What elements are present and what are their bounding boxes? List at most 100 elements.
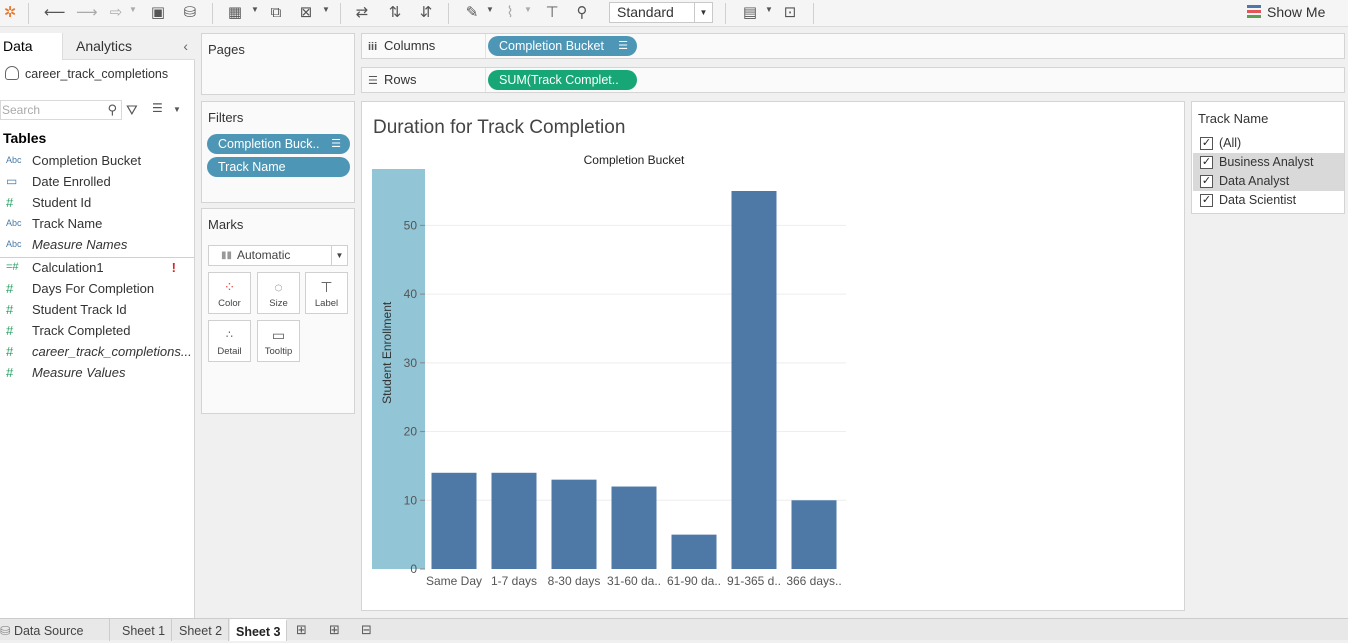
filter-item-label: Data Scientist <box>1219 193 1297 207</box>
highlight-caret-icon[interactable]: ▼ <box>486 5 494 14</box>
checkbox-checked-icon[interactable]: ✓ <box>1200 175 1213 188</box>
datasource-name: career_track_completions <box>25 67 169 81</box>
tooltip-button[interactable]: ▭ Tooltip <box>257 320 300 362</box>
filter-item-data-analyst[interactable]: ✓ Data Analyst <box>1193 172 1344 191</box>
field-item[interactable]: ▭ Date Enrolled <box>0 171 194 192</box>
field-item[interactable]: Abc Track Name <box>0 213 194 234</box>
show-labels-icon[interactable]: ⊤ <box>542 4 562 22</box>
tab-sheet-3[interactable]: Sheet 3 <box>230 619 288 641</box>
field-search-input[interactable]: Search ⚲ <box>0 100 122 120</box>
string-type-icon: Abc <box>6 218 22 228</box>
presentation-mode-icon[interactable]: ⊡ <box>780 4 800 22</box>
checkbox-checked-icon[interactable]: ✓ <box>1200 156 1213 169</box>
sort-icon: ☰ <box>331 138 341 150</box>
filter-pill-track-name[interactable]: Track Name <box>207 157 350 177</box>
y-tick-label: 0 <box>410 562 417 576</box>
pin-icon[interactable]: ⚲ <box>572 4 592 22</box>
field-item[interactable]: # Days For Completion <box>0 278 194 299</box>
new-dashboard-icon[interactable]: ⊞ <box>329 622 340 638</box>
chevron-down-icon[interactable]: ▼ <box>173 105 181 114</box>
show-me-icon <box>1247 5 1261 18</box>
filters-card[interactable]: Filters Completion Buck.. ☰ Track Name <box>201 101 355 203</box>
datasource-item[interactable]: career_track_completions <box>5 66 168 81</box>
field-item[interactable]: Abc Completion Bucket <box>0 150 194 171</box>
new-worksheet-icon[interactable]: ⊞ <box>296 622 307 638</box>
pages-card[interactable]: Pages <box>201 33 355 95</box>
show-cards-caret-icon[interactable]: ▼ <box>765 5 773 14</box>
sort-icon: ☰ <box>618 40 628 52</box>
replay-icon[interactable]: ⇨ <box>106 4 126 22</box>
filters-title: Filters <box>208 110 244 125</box>
filter-item-business-analyst[interactable]: ✓ Business Analyst <box>1193 153 1344 172</box>
show-cards-icon[interactable]: ▤ <box>740 4 760 22</box>
filter-item-all[interactable]: ✓ (All) <box>1193 134 1344 153</box>
clear-sheet-icon[interactable]: ⊠ <box>296 4 316 22</box>
save-icon[interactable]: ▣ <box>148 4 168 22</box>
swap-rows-columns-icon[interactable]: ⇄ <box>352 4 372 22</box>
field-item[interactable]: # Measure Values <box>0 362 194 383</box>
collapse-pane-icon[interactable]: ‹ <box>183 33 188 60</box>
field-item[interactable]: # Track Completed <box>0 320 194 341</box>
track-name-filter-card: Track Name ✓ (All) ✓ Business Analyst ✓ … <box>1191 101 1345 214</box>
rows-label: Rows <box>384 72 417 87</box>
mark-type-select[interactable]: ▮▮ Automatic ▼ <box>208 245 348 266</box>
highlight-icon[interactable]: ✎ <box>462 4 482 22</box>
filter-fields-icon[interactable]: ⛛ <box>126 102 138 119</box>
y-axis-label: Student Enrollment <box>380 301 394 404</box>
toolbar: ✲ ⟵ ⟶ ⇨ ▼ ▣ ⛁ ▦ ▼ ⧉ ⊠ ▼ ⇄ ⇅ ⇵ ✎ ▼ ⌇ ▼ ⊤ … <box>0 0 1348 27</box>
redo-icon[interactable]: ⟶ <box>76 4 98 22</box>
color-button[interactable]: ⁘ Color <box>208 272 251 314</box>
rows-pill-label: SUM(Track Complet.. <box>499 73 619 87</box>
bar-chart-icon: ▮▮ <box>221 250 233 261</box>
tab-data-source[interactable]: ⛁ Data Source <box>0 619 110 641</box>
viz-area[interactable]: Duration for Track Completion 0 10 20 30 40 5… <box>361 101 1185 611</box>
string-type-icon: Abc <box>6 155 22 165</box>
clear-sheet-caret-icon[interactable]: ▼ <box>322 5 330 14</box>
sort-ascending-icon[interactable]: ⇅ <box>385 4 405 22</box>
label-button[interactable]: ⊤ Label <box>305 272 348 314</box>
field-item[interactable]: # career_track_completions... <box>0 341 194 362</box>
columns-pill[interactable]: Completion Bucket ☰ <box>488 36 637 56</box>
view-list-icon[interactable]: ☰ <box>152 101 163 115</box>
toolbar-separator <box>340 3 341 24</box>
toolbar-separator <box>725 3 726 24</box>
filter-item-label: Data Analyst <box>1219 174 1290 188</box>
field-item[interactable]: # Student Id <box>0 192 194 213</box>
search-placeholder: Search <box>2 103 41 117</box>
tab-sheet-1[interactable]: Sheet 1 <box>116 619 173 641</box>
detail-button[interactable]: ∴ Detail <box>208 320 251 362</box>
group-icon[interactable]: ⌇ <box>500 4 520 22</box>
new-worksheet-icon[interactable]: ▦ <box>225 4 245 22</box>
field-item[interactable]: Abc Measure Names <box>0 234 194 255</box>
calendar-icon: ▭ <box>6 174 18 188</box>
filter-item-data-scientist[interactable]: ✓ Data Scientist <box>1193 191 1344 210</box>
sort-descending-icon[interactable]: ⇵ <box>416 4 436 22</box>
checkbox-checked-icon[interactable]: ✓ <box>1200 194 1213 207</box>
tab-data[interactable]: Data <box>0 33 62 60</box>
rows-pill[interactable]: SUM(Track Complet.. <box>488 70 637 90</box>
fit-select[interactable]: Standard ▼ <box>609 2 713 23</box>
replay-caret-icon[interactable]: ▼ <box>129 5 137 14</box>
columns-shelf[interactable]: iii Columns Completion Bucket ☰ <box>361 33 1345 59</box>
rows-shelf[interactable]: ☰ Rows SUM(Track Complet.. <box>361 67 1345 93</box>
checkbox-checked-icon[interactable]: ✓ <box>1200 137 1213 150</box>
x-tick-label: 8-30 days <box>548 574 601 588</box>
new-story-icon[interactable]: ⊟ <box>361 622 372 638</box>
size-button[interactable]: ◌ Size <box>257 272 300 314</box>
new-worksheet-caret-icon[interactable]: ▼ <box>251 5 259 14</box>
toolbar-separator <box>813 3 814 24</box>
field-item[interactable]: # Student Track Id <box>0 299 194 320</box>
undo-icon[interactable]: ⟵ <box>44 4 66 22</box>
group-caret-icon[interactable]: ▼ <box>524 5 532 14</box>
show-me-button[interactable]: Show Me <box>1247 4 1325 20</box>
filter-pill-completion-bucket[interactable]: Completion Buck.. ☰ <box>207 134 350 154</box>
tab-analytics[interactable]: Analytics ‹ <box>62 33 195 60</box>
field-item[interactable]: =# Calculation1! <box>0 257 194 278</box>
tableau-logo-icon[interactable]: ✲ <box>0 4 20 22</box>
tab-sheet-2[interactable]: Sheet 2 <box>173 619 230 641</box>
bar-chart[interactable]: 0 10 20 30 40 50 Student Enrollment Completion … <box>362 102 1184 610</box>
duplicate-sheet-icon[interactable]: ⧉ <box>266 4 286 22</box>
x-tick-label: Same Day <box>426 574 482 588</box>
new-datasource-icon[interactable]: ⛁ <box>180 4 200 22</box>
bar <box>611 486 657 569</box>
